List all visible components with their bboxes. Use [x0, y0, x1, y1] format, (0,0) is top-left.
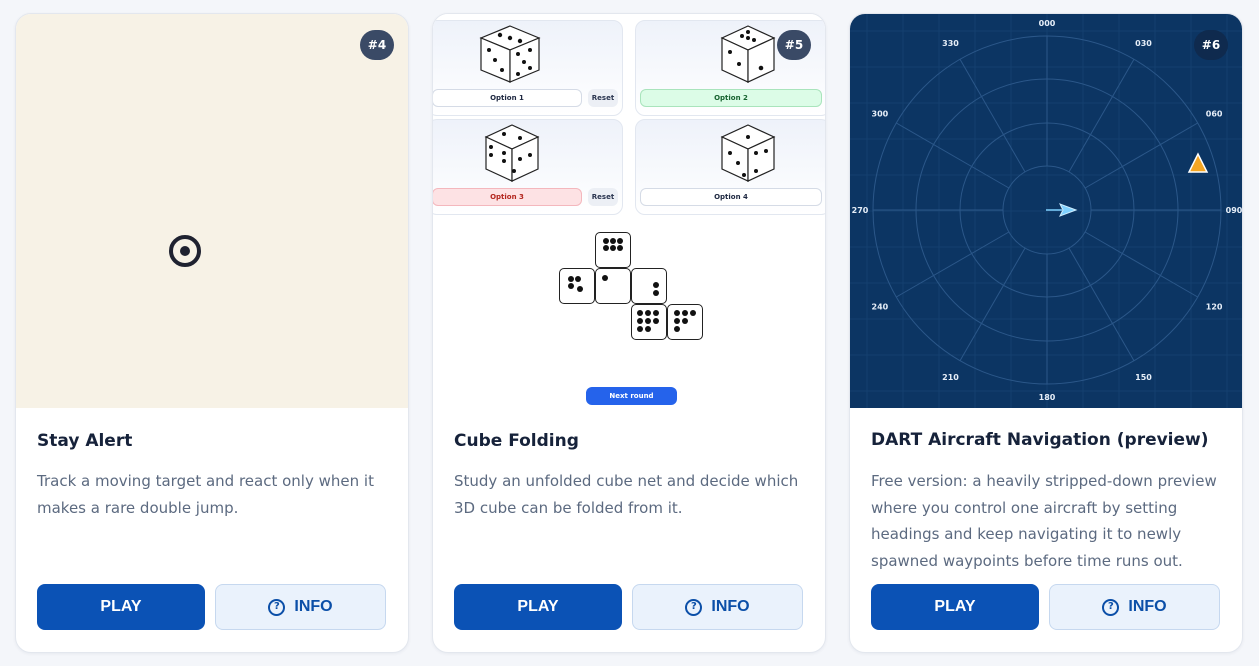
- info-button[interactable]: ? INFO: [215, 584, 386, 630]
- reset-button[interactable]: Reset: [588, 89, 618, 107]
- compass-label: 330: [942, 39, 959, 48]
- compass-label: 090: [1226, 206, 1242, 215]
- bearing-line: [896, 122, 1010, 189]
- compass-label: 060: [1206, 110, 1223, 119]
- option-1-button[interactable]: Option 1: [433, 89, 582, 107]
- info-label: INFO: [1128, 598, 1167, 615]
- rank-badge: #5: [777, 30, 811, 60]
- game-description: Study an unfolded cube net and decide wh…: [454, 472, 799, 517]
- bearing-line: [1084, 122, 1198, 189]
- compass-label: 000: [1039, 19, 1056, 28]
- waypoint-triangle-icon: [1187, 152, 1209, 173]
- compass-label: 240: [872, 303, 889, 312]
- option-3-button[interactable]: Option 3: [433, 188, 582, 206]
- net-face: [595, 268, 631, 304]
- question-circle-icon: ?: [1102, 598, 1120, 616]
- info-label: INFO: [294, 598, 333, 615]
- option-panel-3: Option 3 Reset: [433, 119, 623, 215]
- game-preview: Option 1 Reset Option 2 Option 3 Reset O…: [433, 14, 825, 408]
- compass-label: 210: [942, 373, 959, 382]
- aircraft-arrow-icon: [1058, 203, 1078, 217]
- bearing-line: [1084, 231, 1198, 298]
- question-circle-icon: ?: [685, 598, 703, 616]
- compass-label: 300: [872, 110, 889, 119]
- game-title: DART Aircraft Navigation (preview): [871, 430, 1209, 450]
- net-face: [595, 232, 631, 268]
- question-circle-icon: ?: [268, 598, 286, 616]
- option-4-button[interactable]: Option 4: [640, 188, 822, 206]
- compass-label: 150: [1135, 373, 1152, 382]
- info-button[interactable]: ? INFO: [632, 584, 803, 630]
- net-face: [559, 268, 595, 304]
- game-card-grid: #4 Stay Alert Track a moving target and …: [0, 0, 1259, 666]
- bearing-line: [896, 231, 1010, 298]
- bearing-line: [959, 247, 1026, 361]
- net-face: [667, 304, 703, 340]
- play-button[interactable]: PLAY: [37, 584, 205, 630]
- option-panel-1: Option 1 Reset: [433, 20, 623, 116]
- info-label: INFO: [711, 598, 750, 615]
- dice-icon: [720, 124, 776, 182]
- dice-icon: [484, 124, 540, 182]
- net-face: [631, 268, 667, 304]
- game-preview: 000 030 060 090 120 150 180 210 240 270 300 330 #6: [850, 14, 1242, 408]
- info-button[interactable]: ? INFO: [1049, 584, 1220, 630]
- game-card-cube-folding: Option 1 Reset Option 2 Option 3 Reset O…: [432, 13, 826, 653]
- dice-icon: [720, 25, 776, 83]
- compass-label: 120: [1206, 303, 1223, 312]
- compass-label: 030: [1135, 39, 1152, 48]
- bearing-line: [1068, 247, 1135, 361]
- reset-button[interactable]: Reset: [588, 188, 618, 206]
- game-card-dart-aircraft: 000 030 060 090 120 150 180 210 240 270 300 330 #6 …: [849, 13, 1243, 653]
- target-icon: [169, 235, 201, 267]
- option-2-button[interactable]: Option 2: [640, 89, 822, 107]
- next-round-button[interactable]: Next round: [586, 387, 677, 405]
- bearing-line: [959, 59, 1026, 173]
- radar-display: 000 030 060 090 120 150 180 210 240 270 300 330: [850, 14, 1242, 408]
- rank-badge: #4: [360, 30, 394, 60]
- game-title: Cube Folding: [454, 431, 579, 451]
- option-panel-4: Option 4: [635, 119, 825, 215]
- play-button[interactable]: PLAY: [454, 584, 622, 630]
- dice-icon: [479, 25, 541, 83]
- rank-badge: #6: [1194, 30, 1228, 60]
- game-title: Stay Alert: [37, 431, 133, 451]
- game-description: Free version: a heavily stripped-down pr…: [871, 472, 1217, 570]
- play-button[interactable]: PLAY: [871, 584, 1039, 630]
- net-face: [631, 304, 667, 340]
- game-preview: #4: [16, 14, 408, 408]
- bearing-line: [1068, 59, 1135, 173]
- game-description: Track a moving target and react only whe…: [37, 472, 374, 517]
- game-card-stay-alert: #4 Stay Alert Track a moving target and …: [15, 13, 409, 653]
- compass-label: 270: [852, 206, 869, 215]
- compass-label: 180: [1039, 393, 1056, 402]
